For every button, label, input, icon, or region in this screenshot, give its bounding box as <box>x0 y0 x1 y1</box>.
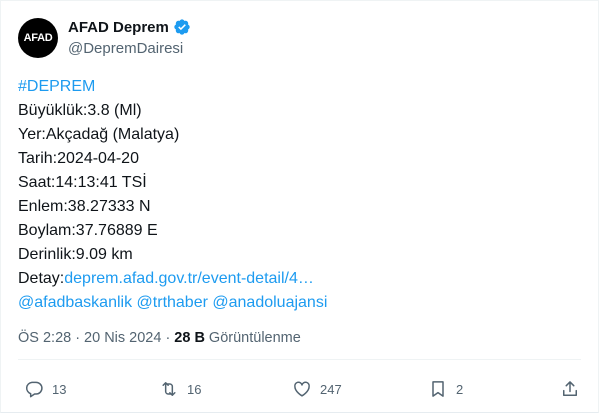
location-line: Yer:Akçadağ (Malatya) <box>18 126 180 143</box>
magnitude-line: Büyüklük:3.8 (Ml) <box>18 102 142 119</box>
detail-line: Detay:deprem.afad.gov.tr/event-detail/4… <box>18 267 578 291</box>
views-label: Görüntülenme <box>208 330 301 346</box>
latitude-line: Enlem:38.27333 N <box>18 198 151 215</box>
share-button[interactable] <box>560 371 580 407</box>
author-handle[interactable]: @DepremDairesi <box>68 40 183 57</box>
reply-count: 13 <box>52 381 67 397</box>
bookmark-button[interactable]: 2 <box>428 371 463 407</box>
tweet-meta: ÖS 2:28 · 20 Nis 2024 · 28 B Görüntülenm… <box>18 330 301 346</box>
reply-icon <box>25 381 43 398</box>
reply-button[interactable]: 13 <box>24 371 66 407</box>
verified-badge-icon <box>174 19 190 35</box>
heart-icon <box>294 381 310 397</box>
action-bar: 13 16 247 2 <box>1 371 600 407</box>
retweet-icon <box>162 382 176 396</box>
tweet-text: #DEPREM Büyüklük:3.8 (Ml) Yer:Akçadağ (M… <box>18 75 578 315</box>
tweet-time[interactable]: ÖS 2:28 <box>18 330 71 346</box>
detail-link[interactable]: deprem.afad.gov.tr/event-detail/4… <box>64 270 314 287</box>
longitude-line: Boylam:37.76889 E <box>18 222 158 239</box>
author-display-name[interactable]: AFAD Deprem <box>68 19 169 36</box>
avatar-logo-text: AFAD <box>23 32 53 44</box>
divider <box>18 359 581 360</box>
like-count: 247 <box>320 381 342 397</box>
tweet-date[interactable]: 20 Nis 2024 <box>84 330 161 346</box>
meta-separator: · <box>75 330 81 346</box>
bookmark-count: 2 <box>456 381 464 397</box>
tweet-card: AFAD AFAD Deprem @DepremDairesi #DEPREM … <box>0 0 599 413</box>
views-count: 28 B <box>174 330 205 346</box>
author-name-row: AFAD Deprem <box>68 18 191 36</box>
time-line: Saat:14:13:41 TSİ <box>18 174 147 191</box>
mention-anadoluajansi[interactable]: @anadoluajansi <box>212 294 327 311</box>
mention-trthaber[interactable]: @trthaber <box>137 294 208 311</box>
hashtag-link[interactable]: #DEPREM <box>18 78 95 95</box>
depth-line: Derinlik:9.09 km <box>18 246 133 263</box>
like-button[interactable]: 247 <box>292 371 342 407</box>
detail-label: Detay: <box>18 270 65 287</box>
share-icon <box>563 381 577 396</box>
avatar[interactable]: AFAD <box>18 18 58 58</box>
retweet-button[interactable]: 16 <box>159 371 201 407</box>
mentions-line: @afadbaskanlik @trthaber @anadoluajansi <box>18 291 578 315</box>
mention-afadbaskanlik[interactable]: @afadbaskanlik <box>18 294 132 311</box>
retweet-count: 16 <box>187 381 202 397</box>
meta-separator: · <box>165 330 171 346</box>
bookmark-icon <box>432 381 444 397</box>
date-line: Tarih:2024-04-20 <box>18 150 139 167</box>
